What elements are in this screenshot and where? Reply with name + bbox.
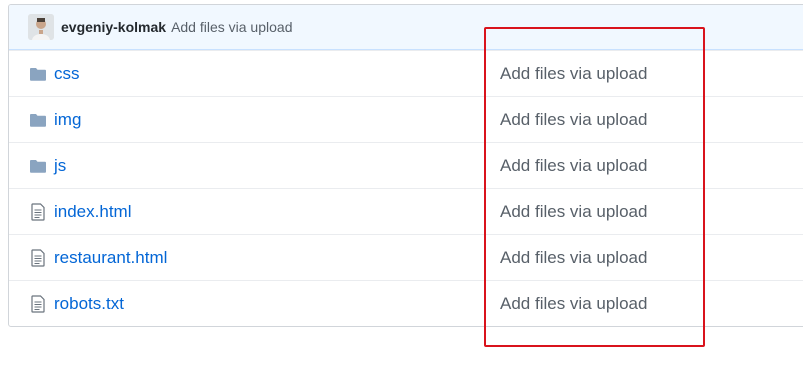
file-icon	[29, 294, 47, 313]
file-name-link[interactable]: img	[54, 110, 81, 130]
file-browser: evgeniy-kolmak Add files via upload css …	[8, 4, 803, 327]
file-name-link[interactable]: css	[54, 64, 80, 84]
file-row[interactable]: img Add files via upload	[9, 96, 803, 142]
file-name-link[interactable]: index.html	[54, 202, 131, 222]
file-row[interactable]: index.html Add files via upload	[9, 188, 803, 234]
file-commit-message[interactable]: Add files via upload	[500, 156, 647, 176]
file-row[interactable]: restaurant.html Add files via upload	[9, 234, 803, 280]
avatar[interactable]	[28, 14, 54, 40]
file-commit-message[interactable]: Add files via upload	[500, 248, 647, 268]
file-commit-message[interactable]: Add files via upload	[500, 64, 647, 84]
file-commit-message[interactable]: Add files via upload	[500, 202, 647, 222]
folder-icon	[29, 111, 47, 129]
folder-icon	[29, 65, 47, 83]
folder-icon	[29, 157, 47, 175]
file-row[interactable]: robots.txt Add files via upload	[9, 280, 803, 326]
file-row[interactable]: js Add files via upload	[9, 142, 803, 188]
commit-author[interactable]: evgeniy-kolmak	[61, 19, 166, 35]
file-commit-message[interactable]: Add files via upload	[500, 294, 647, 314]
file-row[interactable]: css Add files via upload	[9, 50, 803, 96]
file-name-link[interactable]: restaurant.html	[54, 248, 167, 268]
file-name-link[interactable]: js	[54, 156, 66, 176]
commit-message[interactable]: Add files via upload	[171, 19, 292, 35]
file-icon	[29, 202, 47, 221]
latest-commit-bar: evgeniy-kolmak Add files via upload	[9, 5, 803, 50]
file-name-link[interactable]: robots.txt	[54, 294, 124, 314]
file-commit-message[interactable]: Add files via upload	[500, 110, 647, 130]
file-icon	[29, 248, 47, 267]
